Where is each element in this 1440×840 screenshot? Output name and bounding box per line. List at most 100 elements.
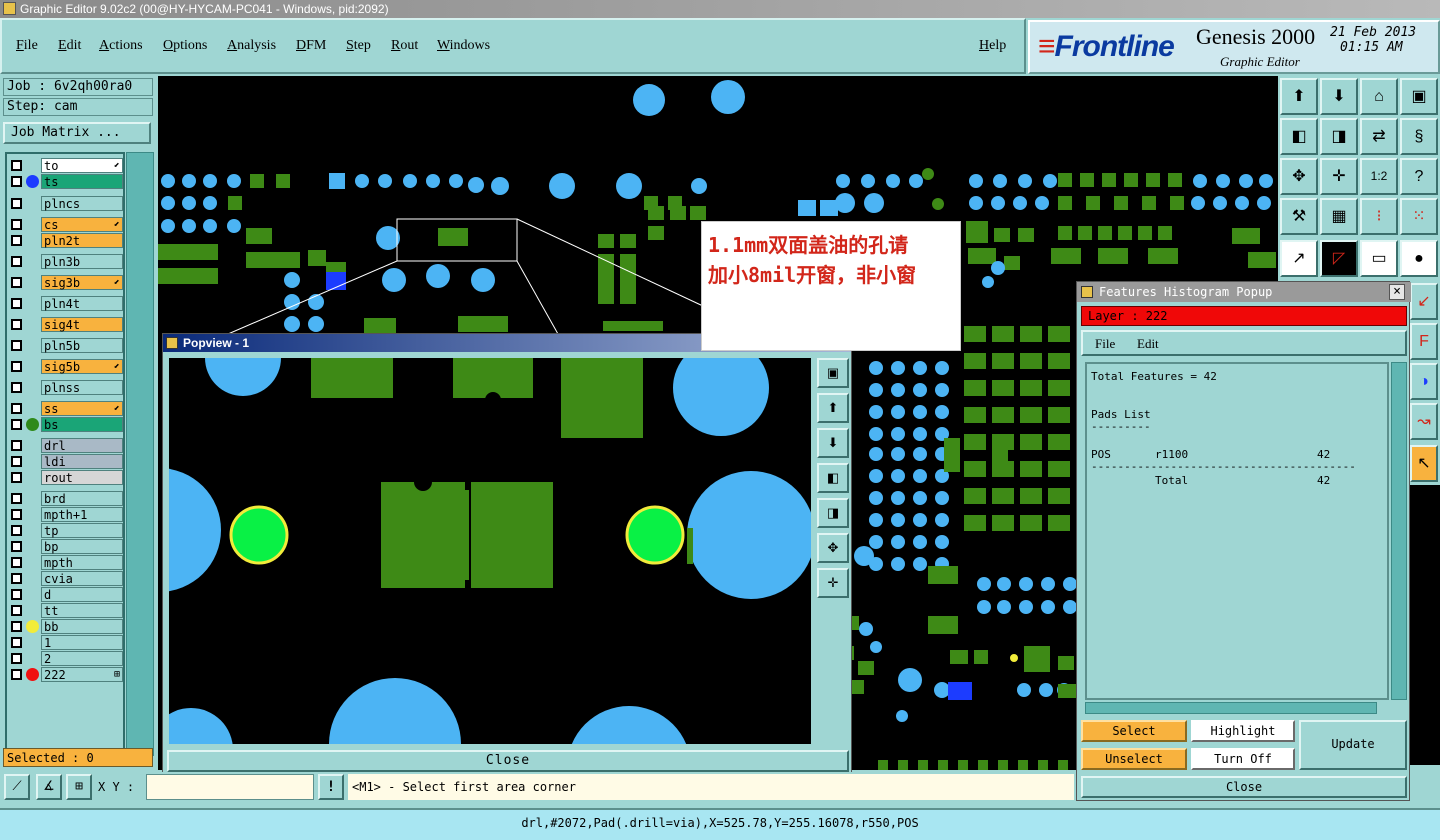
layer-checkbox[interactable]: [11, 160, 22, 171]
layer-name[interactable]: tt: [41, 603, 123, 618]
layer-name[interactable]: mpth: [41, 555, 123, 570]
layer-row-1[interactable]: 1: [7, 635, 123, 650]
route-icon[interactable]: ↝: [1410, 403, 1438, 440]
fit-icon[interactable]: ✥: [1280, 158, 1318, 195]
layer-row-tp[interactable]: tp: [7, 523, 123, 538]
unselect-button[interactable]: Unselect: [1081, 748, 1187, 770]
circle-tool-icon[interactable]: ●: [1400, 240, 1438, 277]
cursor-icon[interactable]: ↖: [1410, 445, 1438, 482]
layer-name[interactable]: to ⬋: [41, 158, 123, 173]
angle-icon[interactable]: ∡: [36, 774, 62, 800]
layer-row-mpth[interactable]: mpth: [7, 555, 123, 570]
scale-one-to-two-icon[interactable]: 1:2: [1360, 158, 1398, 195]
pv-down-icon[interactable]: ⬇: [817, 428, 849, 458]
histogram-menu-file[interactable]: File: [1095, 336, 1115, 352]
layer-checkbox[interactable]: [11, 456, 22, 467]
layer-name[interactable]: bp: [41, 539, 123, 554]
layer-checkbox[interactable]: [11, 256, 22, 267]
pin-icon[interactable]: ↙: [1410, 283, 1438, 320]
layer-row-pln3b[interactable]: pln3b: [7, 254, 123, 269]
layer-name[interactable]: drl: [41, 438, 123, 453]
layer-name[interactable]: cvia: [41, 571, 123, 586]
layer-name[interactable]: pln4t: [41, 296, 123, 311]
layer-row-mpth+1[interactable]: mpth+1: [7, 507, 123, 522]
layer-checkbox[interactable]: [11, 605, 22, 616]
pan-left-icon[interactable]: ◧: [1280, 118, 1318, 155]
histogram-close-button[interactable]: Close: [1081, 776, 1407, 798]
layer-name[interactable]: sig5b ⬋: [41, 359, 123, 374]
query-icon[interactable]: ?: [1400, 158, 1438, 195]
layer-checkbox[interactable]: [11, 493, 22, 504]
layer-row-cvia[interactable]: cvia: [7, 571, 123, 586]
layer-name[interactable]: 222 ⊞: [41, 667, 123, 682]
rotate-tool-icon[interactable]: ◸: [1320, 240, 1358, 277]
layer-name[interactable]: mpth+1: [41, 507, 123, 522]
pv-fit-icon[interactable]: ✥: [817, 533, 849, 563]
layer-checkbox[interactable]: [11, 589, 22, 600]
house-icon[interactable]: ⌂: [1360, 78, 1398, 115]
layer-list-scrollbar[interactable]: [126, 152, 154, 756]
grid-icon[interactable]: ▦: [1320, 198, 1358, 235]
ruler-icon[interactable]: ▭: [1360, 240, 1398, 277]
layer-checkbox[interactable]: [11, 573, 22, 584]
arrow-tool-icon[interactable]: ↗: [1280, 240, 1318, 277]
histogram-horizontal-scrollbar[interactable]: [1085, 702, 1377, 714]
histogram-menu-edit[interactable]: Edit: [1137, 336, 1159, 352]
layer-checkbox[interactable]: [11, 541, 22, 552]
layer-checkbox[interactable]: [11, 557, 22, 568]
layer-row-cs[interactable]: cs ⬋: [7, 217, 123, 232]
layer-row-pln5b[interactable]: pln5b: [7, 338, 123, 353]
layer-name[interactable]: rout: [41, 470, 123, 485]
measure-icon[interactable]: ⚒: [1280, 198, 1318, 235]
xy-input[interactable]: [146, 774, 314, 800]
pv-up-icon[interactable]: ⬆: [817, 393, 849, 423]
layer-checkbox[interactable]: [11, 340, 22, 351]
menu-actions[interactable]: Actions: [99, 38, 143, 54]
layer-checkbox[interactable]: [11, 319, 22, 330]
window-icon[interactable]: ▣: [1400, 78, 1438, 115]
layer-name[interactable]: brd: [41, 491, 123, 506]
menu-file[interactable]: File: [16, 38, 38, 54]
layer-row-pln4t[interactable]: pln4t: [7, 296, 123, 311]
layer-checkbox[interactable]: [11, 298, 22, 309]
flag-icon[interactable]: F: [1410, 323, 1438, 360]
layer-checkbox[interactable]: [11, 509, 22, 520]
center-icon[interactable]: ✛: [1320, 158, 1358, 195]
layer-name[interactable]: ldi: [41, 454, 123, 469]
layer-checkbox[interactable]: [11, 277, 22, 288]
layer-checkbox[interactable]: [11, 176, 22, 187]
layer-row-ss[interactable]: ss ⬋: [7, 401, 123, 416]
popview-close-button[interactable]: Close: [167, 750, 849, 772]
layer-row-drl[interactable]: drl: [7, 438, 123, 453]
menu-edit[interactable]: Edit: [58, 38, 81, 54]
layer-checkbox[interactable]: [11, 669, 22, 680]
menu-analysis[interactable]: Analysis: [227, 38, 276, 54]
layer-row-ts[interactable]: ts: [7, 174, 123, 189]
layer-name[interactable]: ts: [41, 174, 123, 189]
layer-checkbox[interactable]: [11, 637, 22, 648]
popview-canvas[interactable]: [167, 356, 813, 746]
histogram-close-x-icon[interactable]: ×: [1389, 284, 1405, 300]
layer-checkbox[interactable]: [11, 440, 22, 451]
alert-icon[interactable]: !: [318, 774, 344, 800]
layer-row-tt[interactable]: tt: [7, 603, 123, 618]
pv-right-icon[interactable]: ◨: [817, 498, 849, 528]
layer-checkbox[interactable]: [11, 525, 22, 536]
layer-row-to[interactable]: to ⬋: [7, 158, 123, 173]
update-button[interactable]: Update: [1299, 720, 1407, 770]
layer-row-ldi[interactable]: ldi: [7, 454, 123, 469]
layer-row-bs[interactable]: bs: [7, 417, 123, 432]
layer-name[interactable]: d: [41, 587, 123, 602]
menu-rout[interactable]: Rout: [391, 38, 418, 54]
layer-name[interactable]: ss ⬋: [41, 401, 123, 416]
zoom-home-icon[interactable]: ⬆: [1280, 78, 1318, 115]
layer-row-brd[interactable]: brd: [7, 491, 123, 506]
menu-help[interactable]: Help: [979, 38, 1006, 54]
layer-name[interactable]: pln2t: [41, 233, 123, 248]
zoom-down-icon[interactable]: ⬇: [1320, 78, 1358, 115]
menu-dfm[interactable]: DFM: [296, 38, 326, 54]
menu-step[interactable]: Step: [346, 38, 371, 54]
crosshair-icon[interactable]: ⊞: [66, 774, 92, 800]
turn-off-button[interactable]: Turn Off: [1191, 748, 1295, 770]
layer-row-2[interactable]: 2: [7, 651, 123, 666]
